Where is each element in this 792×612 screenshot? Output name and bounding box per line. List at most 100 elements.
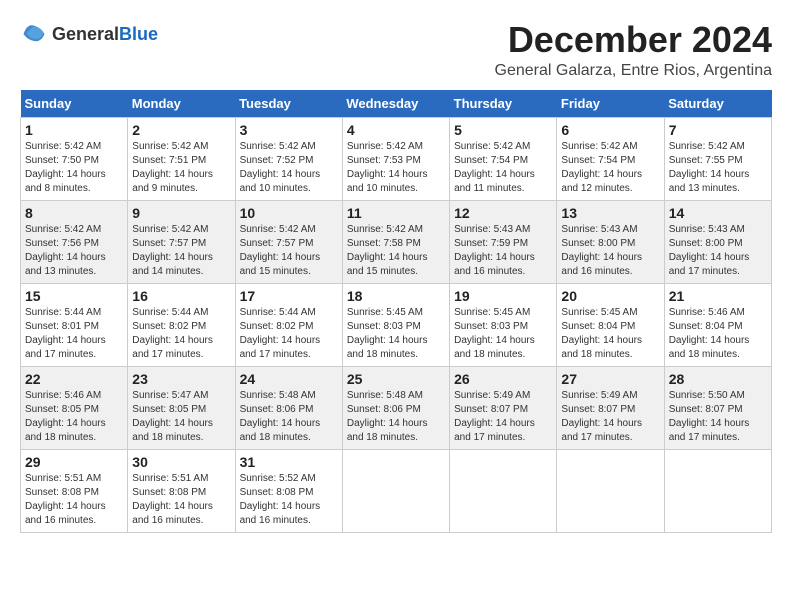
day-info: Sunrise: 5:48 AM Sunset: 8:06 PM Dayligh…	[240, 389, 338, 445]
weekday-header-tuesday: Tuesday	[235, 90, 342, 118]
sunrise-label: Sunrise: 5:42 AM	[132, 141, 208, 152]
sunrise-label: Sunrise: 5:46 AM	[25, 390, 101, 401]
daylight-minutes: and 18 minutes.	[347, 432, 418, 443]
logo-general: General	[52, 25, 119, 43]
calendar-cell: 15 Sunrise: 5:44 AM Sunset: 8:01 PM Dayl…	[21, 283, 128, 366]
sunrise-label: Sunrise: 5:51 AM	[25, 473, 101, 484]
calendar-week-row: 22 Sunrise: 5:46 AM Sunset: 8:05 PM Dayl…	[21, 366, 772, 449]
day-info: Sunrise: 5:44 AM Sunset: 8:02 PM Dayligh…	[132, 306, 230, 362]
calendar-cell: 8 Sunrise: 5:42 AM Sunset: 7:56 PM Dayli…	[21, 200, 128, 283]
sunrise-label: Sunrise: 5:42 AM	[240, 141, 316, 152]
sunset-label: Sunset: 7:51 PM	[132, 155, 206, 166]
sunrise-label: Sunrise: 5:45 AM	[454, 307, 530, 318]
day-info: Sunrise: 5:44 AM Sunset: 8:01 PM Dayligh…	[25, 306, 123, 362]
sunset-label: Sunset: 8:08 PM	[240, 487, 314, 498]
calendar-week-row: 29 Sunrise: 5:51 AM Sunset: 8:08 PM Dayl…	[21, 449, 772, 532]
daylight-label: Daylight: 14 hours	[25, 169, 106, 180]
daylight-label: Daylight: 14 hours	[132, 252, 213, 263]
calendar-cell: 26 Sunrise: 5:49 AM Sunset: 8:07 PM Dayl…	[450, 366, 557, 449]
day-number: 3	[240, 122, 338, 138]
day-number: 22	[25, 371, 123, 387]
daylight-minutes: and 18 minutes.	[669, 349, 740, 360]
daylight-minutes: and 17 minutes.	[669, 432, 740, 443]
sunrise-label: Sunrise: 5:47 AM	[132, 390, 208, 401]
daylight-minutes: and 12 minutes.	[561, 183, 632, 194]
daylight-label: Daylight: 14 hours	[454, 418, 535, 429]
calendar-table: SundayMondayTuesdayWednesdayThursdayFrid…	[20, 90, 772, 533]
sunset-label: Sunset: 8:07 PM	[669, 404, 743, 415]
day-number: 20	[561, 288, 659, 304]
sunrise-label: Sunrise: 5:42 AM	[561, 141, 637, 152]
daylight-minutes: and 17 minutes.	[25, 349, 96, 360]
daylight-label: Daylight: 14 hours	[669, 169, 750, 180]
daylight-minutes: and 8 minutes.	[25, 183, 91, 194]
daylight-label: Daylight: 14 hours	[347, 169, 428, 180]
sunrise-label: Sunrise: 5:42 AM	[347, 224, 423, 235]
day-info: Sunrise: 5:43 AM Sunset: 8:00 PM Dayligh…	[561, 223, 659, 279]
daylight-minutes: and 18 minutes.	[25, 432, 96, 443]
page-header: GeneralBlue December 2024 General Galarz…	[20, 20, 772, 80]
daylight-label: Daylight: 14 hours	[561, 335, 642, 346]
sunset-label: Sunset: 8:02 PM	[240, 321, 314, 332]
day-number: 19	[454, 288, 552, 304]
daylight-minutes: and 18 minutes.	[132, 432, 203, 443]
daylight-minutes: and 16 minutes.	[132, 515, 203, 526]
sunrise-label: Sunrise: 5:45 AM	[347, 307, 423, 318]
daylight-minutes: and 18 minutes.	[561, 349, 632, 360]
sunset-label: Sunset: 8:03 PM	[347, 321, 421, 332]
calendar-cell: 3 Sunrise: 5:42 AM Sunset: 7:52 PM Dayli…	[235, 117, 342, 200]
day-number: 2	[132, 122, 230, 138]
daylight-label: Daylight: 14 hours	[240, 335, 321, 346]
sunrise-label: Sunrise: 5:43 AM	[669, 224, 745, 235]
sunset-label: Sunset: 8:06 PM	[240, 404, 314, 415]
sunset-label: Sunset: 7:56 PM	[25, 238, 99, 249]
day-info: Sunrise: 5:42 AM Sunset: 7:55 PM Dayligh…	[669, 140, 767, 196]
sunset-label: Sunset: 7:58 PM	[347, 238, 421, 249]
sunset-label: Sunset: 8:08 PM	[132, 487, 206, 498]
day-info: Sunrise: 5:43 AM Sunset: 7:59 PM Dayligh…	[454, 223, 552, 279]
daylight-label: Daylight: 14 hours	[132, 501, 213, 512]
weekday-header-row: SundayMondayTuesdayWednesdayThursdayFrid…	[21, 90, 772, 118]
daylight-minutes: and 17 minutes.	[669, 266, 740, 277]
day-number: 29	[25, 454, 123, 470]
daylight-label: Daylight: 14 hours	[25, 418, 106, 429]
daylight-label: Daylight: 14 hours	[561, 169, 642, 180]
day-number: 30	[132, 454, 230, 470]
daylight-minutes: and 18 minutes.	[347, 349, 418, 360]
daylight-label: Daylight: 14 hours	[25, 252, 106, 263]
sunset-label: Sunset: 8:05 PM	[25, 404, 99, 415]
sunset-label: Sunset: 8:00 PM	[669, 238, 743, 249]
daylight-minutes: and 16 minutes.	[561, 266, 632, 277]
day-number: 26	[454, 371, 552, 387]
day-number: 11	[347, 205, 445, 221]
daylight-label: Daylight: 14 hours	[132, 169, 213, 180]
daylight-label: Daylight: 14 hours	[240, 252, 321, 263]
daylight-minutes: and 10 minutes.	[347, 183, 418, 194]
calendar-cell: 29 Sunrise: 5:51 AM Sunset: 8:08 PM Dayl…	[21, 449, 128, 532]
day-info: Sunrise: 5:42 AM Sunset: 7:50 PM Dayligh…	[25, 140, 123, 196]
day-number: 12	[454, 205, 552, 221]
sunset-label: Sunset: 8:06 PM	[347, 404, 421, 415]
sunset-label: Sunset: 8:08 PM	[25, 487, 99, 498]
daylight-label: Daylight: 14 hours	[561, 252, 642, 263]
daylight-label: Daylight: 14 hours	[347, 418, 428, 429]
weekday-header-thursday: Thursday	[450, 90, 557, 118]
day-info: Sunrise: 5:48 AM Sunset: 8:06 PM Dayligh…	[347, 389, 445, 445]
daylight-minutes: and 18 minutes.	[240, 432, 311, 443]
daylight-label: Daylight: 14 hours	[240, 418, 321, 429]
calendar-cell: 28 Sunrise: 5:50 AM Sunset: 8:07 PM Dayl…	[664, 366, 771, 449]
day-info: Sunrise: 5:42 AM Sunset: 7:52 PM Dayligh…	[240, 140, 338, 196]
day-info: Sunrise: 5:49 AM Sunset: 8:07 PM Dayligh…	[561, 389, 659, 445]
day-info: Sunrise: 5:42 AM Sunset: 7:56 PM Dayligh…	[25, 223, 123, 279]
calendar-week-row: 15 Sunrise: 5:44 AM Sunset: 8:01 PM Dayl…	[21, 283, 772, 366]
daylight-label: Daylight: 14 hours	[25, 335, 106, 346]
daylight-label: Daylight: 14 hours	[454, 252, 535, 263]
daylight-minutes: and 16 minutes.	[25, 515, 96, 526]
logo: GeneralBlue	[20, 20, 158, 48]
day-number: 24	[240, 371, 338, 387]
daylight-label: Daylight: 14 hours	[561, 418, 642, 429]
sunrise-label: Sunrise: 5:43 AM	[454, 224, 530, 235]
sunrise-label: Sunrise: 5:44 AM	[240, 307, 316, 318]
sunset-label: Sunset: 8:02 PM	[132, 321, 206, 332]
weekday-header-saturday: Saturday	[664, 90, 771, 118]
